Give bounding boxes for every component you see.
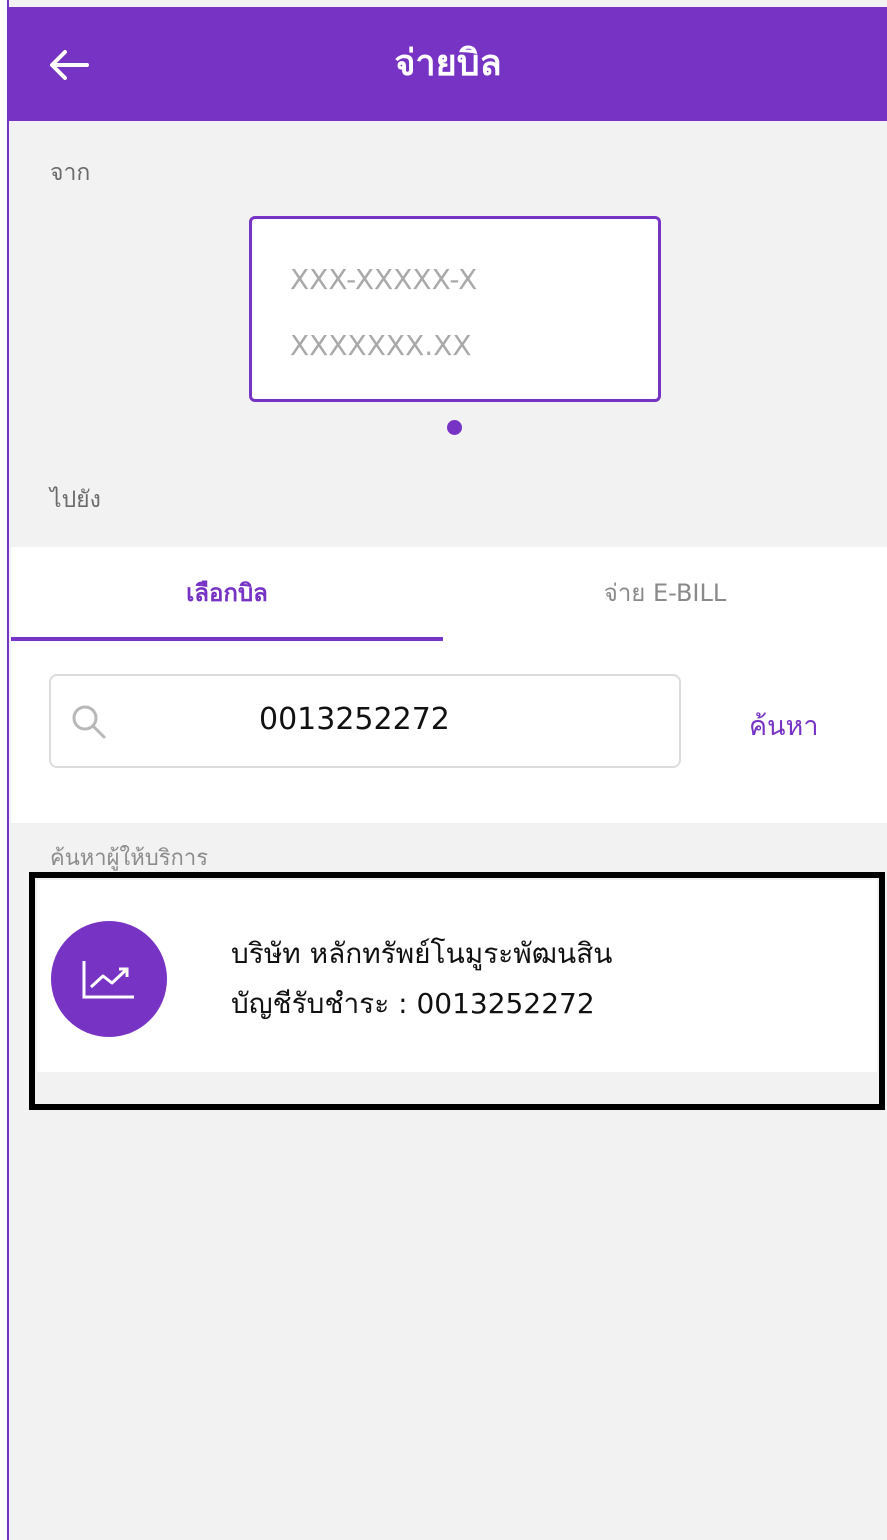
- result-highlight-box: [29, 872, 885, 1110]
- search-button[interactable]: ค้นหา: [749, 704, 818, 747]
- page-title: จ่ายบิล: [394, 43, 502, 84]
- back-arrow-icon[interactable]: [47, 47, 91, 83]
- provider-section-label: ค้นหาผู้ให้บริการ: [50, 846, 209, 871]
- bill-tabs-section: เลือกบิล จ่าย E-BILL 0013252272 ค้นหา: [11, 547, 887, 823]
- carousel-dot: [447, 420, 462, 435]
- active-tab-indicator: [11, 637, 443, 641]
- tab-pay-ebill[interactable]: จ่าย E-BILL: [443, 547, 887, 640]
- tab-select-bill[interactable]: เลือกบิล: [11, 547, 443, 640]
- left-edge: [0, 0, 9, 1540]
- to-label: ไปยัง: [50, 487, 101, 513]
- account-card[interactable]: XXX-XXXXX-X XXXXXXX.XX: [249, 216, 661, 402]
- search-icon: [69, 702, 109, 742]
- search-input[interactable]: 0013252272: [49, 674, 681, 768]
- account-balance: XXXXXXX.XX: [290, 329, 472, 362]
- from-label: จาก: [50, 160, 91, 186]
- search-value: 0013252272: [259, 702, 450, 737]
- account-number: XXX-XXXXX-X: [290, 263, 478, 296]
- app-header: จ่ายบิล: [9, 7, 887, 121]
